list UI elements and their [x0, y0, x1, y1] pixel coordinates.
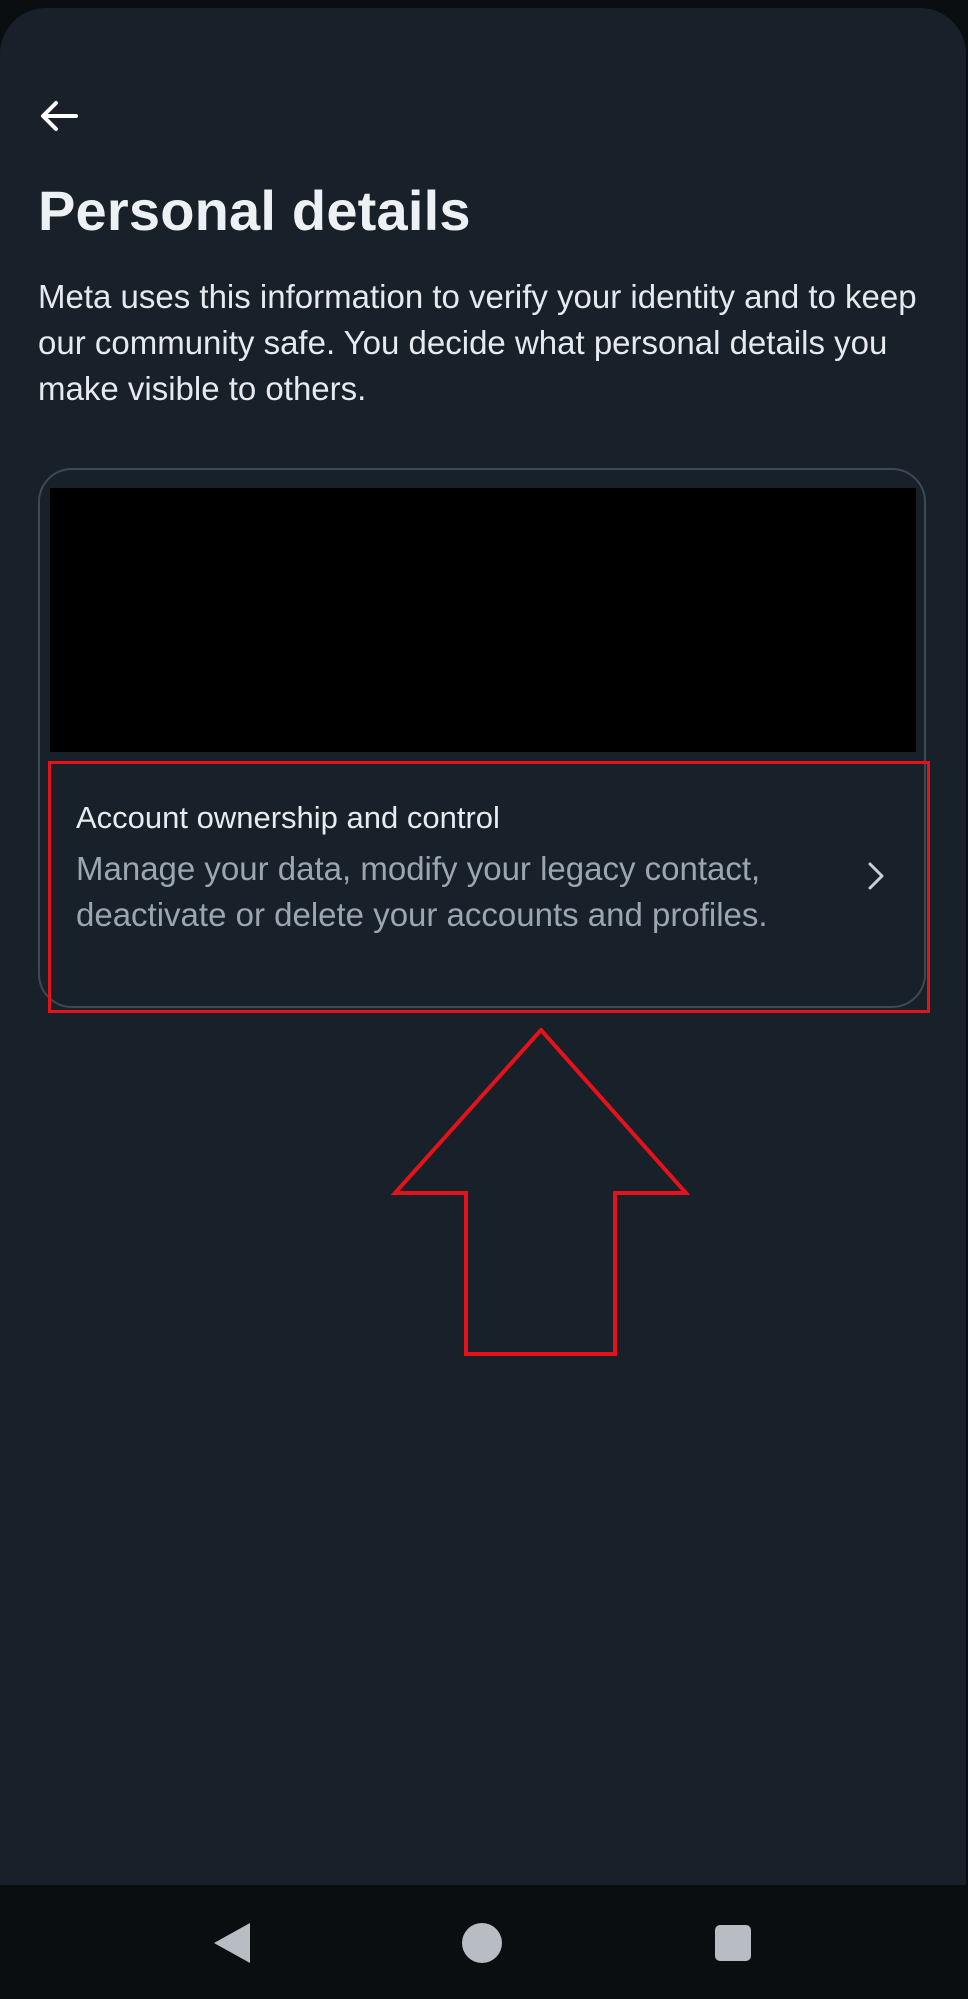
nav-recents-button[interactable] — [697, 1907, 769, 1979]
page-title: Personal details — [38, 179, 471, 242]
back-button[interactable] — [36, 92, 84, 140]
personal-details-screen: Personal details Meta uses this informat… — [0, 8, 966, 1885]
nav-back-button[interactable] — [196, 1907, 268, 1979]
highlight-annotation — [48, 761, 930, 1013]
arrow-up-annotation — [390, 1028, 690, 1356]
page-description: Meta uses this information to verify you… — [38, 278, 917, 407]
nav-home-button[interactable] — [446, 1907, 518, 1979]
system-nav-bar — [0, 1885, 968, 1999]
square-recents-icon — [715, 1925, 751, 1961]
redacted-content — [50, 488, 916, 752]
arrow-left-icon — [41, 101, 78, 131]
circle-home-icon — [462, 1923, 502, 1963]
triangle-back-icon — [214, 1923, 250, 1963]
